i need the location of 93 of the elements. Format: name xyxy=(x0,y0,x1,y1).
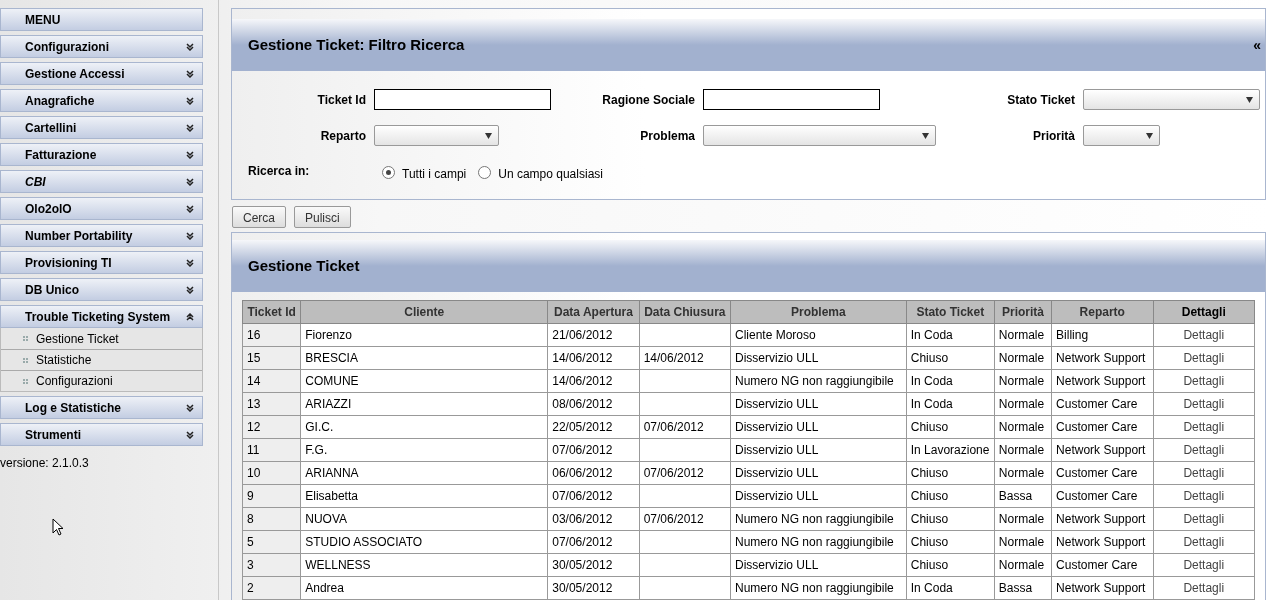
menu-item[interactable]: Trouble Ticketing System xyxy=(0,305,203,328)
table-cell: NUOVA xyxy=(300,507,548,531)
submenu-item[interactable]: Statistiche xyxy=(1,349,202,370)
table-cell: 10 xyxy=(242,461,301,485)
dropdown-arrow-icon xyxy=(1146,132,1153,139)
table-cell: Cliente Moroso xyxy=(730,323,907,347)
table-cell: 14 xyxy=(242,369,301,393)
table-cell: 16 xyxy=(242,323,301,347)
table-cell: WELLNESS xyxy=(300,553,548,577)
table-cell: 15 xyxy=(242,346,301,370)
table-cell: Andrea xyxy=(300,576,548,600)
table-cell: Disservizio ULL xyxy=(730,484,907,508)
column-header: Priorità xyxy=(994,300,1052,324)
menu-item[interactable]: CBI xyxy=(0,170,203,193)
menu-item[interactable]: Olo2olO xyxy=(0,197,203,220)
field-label: Stato Ticket xyxy=(1006,91,1075,109)
table-cell: Disservizio ULL xyxy=(730,553,907,577)
column-header: Data Chiusura xyxy=(639,300,731,324)
menu-item[interactable]: Fatturazione xyxy=(0,143,203,166)
table-cell: 2 xyxy=(242,576,301,600)
dropdown-arrow-icon xyxy=(922,132,929,139)
table-cell: Disservizio ULL xyxy=(730,392,907,416)
field-label: Ragione Sociale xyxy=(601,91,695,109)
table-cell: Numero NG non raggiungibile xyxy=(730,507,907,531)
table-cell: 3 xyxy=(242,553,301,577)
dropdown-field[interactable] xyxy=(374,125,499,146)
dropdown-field[interactable] xyxy=(1083,89,1260,110)
table-cell: F.G. xyxy=(300,438,548,462)
table-cell: STUDIO ASSOCIATO xyxy=(300,530,548,554)
table-cell: Disservizio ULL xyxy=(730,346,907,370)
bullet-icon xyxy=(23,336,28,341)
panel-title: Gestione Ticket xyxy=(248,255,360,276)
column-header: Problema xyxy=(730,300,907,324)
menu-item[interactable]: Gestione Accessi xyxy=(0,62,203,85)
menu-header[interactable]: MENU xyxy=(0,8,203,31)
field-label: Reparto xyxy=(319,127,366,145)
action-button[interactable]: Pulisci xyxy=(294,206,351,228)
field-label: Priorità xyxy=(1032,127,1075,145)
menu-item[interactable]: Cartellini xyxy=(0,116,203,139)
submenu-item[interactable]: Gestione Ticket xyxy=(1,328,202,349)
input-field[interactable] xyxy=(703,89,880,110)
table-cell: 9 xyxy=(242,484,301,508)
column-header: Ticket Id xyxy=(242,300,301,324)
column-header: Cliente xyxy=(300,300,548,324)
table-cell: BRESCIA xyxy=(300,346,548,370)
table-cell: COMUNE xyxy=(300,369,548,393)
dropdown-field[interactable] xyxy=(703,125,936,146)
table-cell: ARIAZZI xyxy=(300,392,548,416)
menu-item[interactable]: DB Unico xyxy=(0,278,203,301)
field-label: Ricerca in: xyxy=(248,163,311,180)
radio-button[interactable] xyxy=(382,166,395,179)
column-header: Reparto xyxy=(1051,300,1153,324)
dropdown-field[interactable] xyxy=(1083,125,1160,146)
dropdown-arrow-icon xyxy=(1246,96,1253,103)
table-cell: Elisabetta xyxy=(300,484,548,508)
table-cell: 12 xyxy=(242,415,301,439)
table-cell: 11 xyxy=(242,438,301,462)
table-cell: Numero NG non raggiungibile xyxy=(730,530,907,554)
table-cell: Numero NG non raggiungibile xyxy=(730,369,907,393)
bullet-icon xyxy=(23,357,28,363)
action-button[interactable]: Cerca xyxy=(232,206,286,228)
menu-item[interactable]: Log e Statistiche xyxy=(0,396,203,419)
table-cell: 8 xyxy=(242,507,301,531)
field-label: Problema xyxy=(639,127,695,145)
table-cell: Disservizio ULL xyxy=(730,461,907,485)
table-cell: Fiorenzo xyxy=(300,323,548,347)
mouse-cursor-icon xyxy=(52,518,64,536)
submenu-item[interactable]: Configurazioni xyxy=(1,370,202,391)
column-header: Data Apertura xyxy=(547,300,640,324)
menu-item[interactable]: Number Portability xyxy=(0,224,203,247)
menu-item[interactable]: Anagrafiche xyxy=(0,89,203,112)
table-cell: Numero NG non raggiungibile xyxy=(730,576,907,600)
radio-button[interactable] xyxy=(478,166,492,179)
menu-item[interactable]: Strumenti xyxy=(0,423,203,446)
column-header: Stato Ticket xyxy=(906,300,995,324)
field-label: Ticket Id xyxy=(316,91,366,109)
table-cell: Disservizio ULL xyxy=(730,438,907,462)
table-cell: ARIANNA xyxy=(300,461,548,485)
radio-label: Un campo qualsiasi xyxy=(498,166,603,183)
table-cell: 5 xyxy=(242,530,301,554)
menu-item[interactable]: Provisioning TI xyxy=(0,251,203,274)
bullet-icon xyxy=(23,378,28,384)
version-text: versione: 2.1.0.3 xyxy=(0,455,90,472)
dropdown-arrow-icon xyxy=(485,132,492,139)
table-cell: GI.C. xyxy=(300,415,548,439)
panel-title: Gestione Ticket: Filtro Ricerca xyxy=(248,34,465,55)
menu-item[interactable]: Configurazioni xyxy=(0,35,203,58)
table-cell: 13 xyxy=(242,392,301,416)
input-field[interactable] xyxy=(374,89,551,110)
radio-label: Tutti i campi xyxy=(402,166,467,183)
column-header: Dettagli xyxy=(1153,300,1255,324)
table-cell: Disservizio ULL xyxy=(730,415,907,439)
collapse-toggle[interactable]: « xyxy=(1253,34,1261,56)
